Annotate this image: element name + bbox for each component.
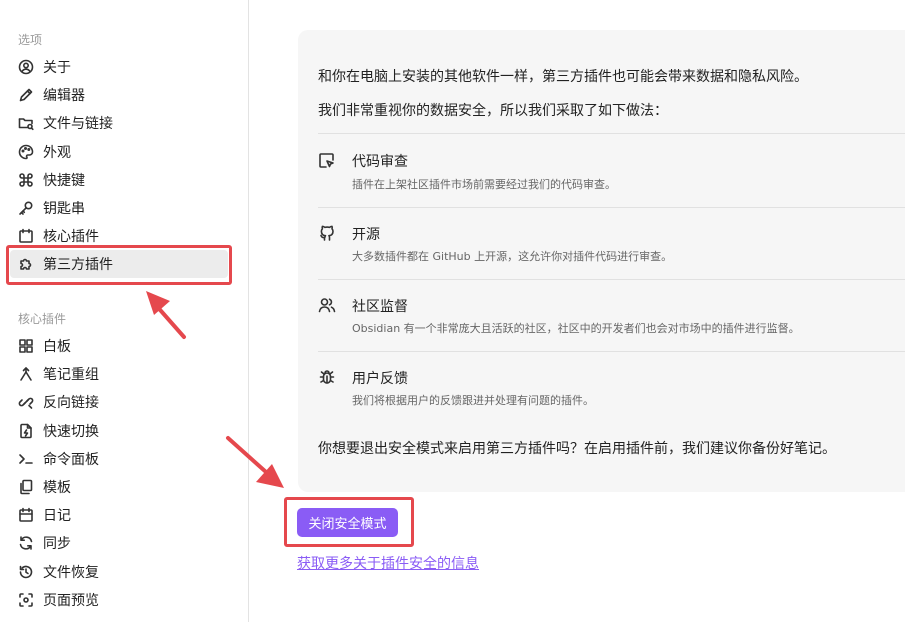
section-header-core-plugins: 核心插件 — [18, 312, 67, 326]
sidebar-item-label: 关于 — [43, 60, 71, 76]
history-icon — [18, 564, 34, 580]
preview-icon — [18, 592, 34, 608]
merge-arrow-icon — [18, 366, 34, 382]
safe-mode-question: 你想要退出安全模式来启用第三方插件吗？在启用插件前，我们建议你备份好笔记。 — [318, 441, 836, 457]
sidebar-item-editor[interactable]: 编辑器 — [10, 81, 228, 109]
sidebar-item-page-preview[interactable]: 页面预览 — [10, 586, 228, 614]
sidebar-item-appearance[interactable]: 外观 — [10, 138, 228, 166]
sidebar-item-note-composer[interactable]: 笔记重组 — [10, 360, 228, 388]
feature-desc: Obsidian 有一个非常庞大且活跃的社区，社区中的开发者们也会对市场中的插件… — [352, 322, 800, 335]
section-header-options: 选项 — [18, 33, 43, 47]
folder-icon — [18, 115, 34, 131]
sidebar-item-label: 核心插件 — [43, 229, 99, 245]
canvas-grid-icon — [18, 338, 34, 354]
sidebar-item-backlinks[interactable]: 反向链接 — [10, 388, 228, 416]
sidebar-item-label: 第三方插件 — [43, 257, 113, 273]
sidebar-item-files-links[interactable]: 文件与链接 — [10, 109, 228, 137]
sidebar-item-canvas[interactable]: 白板 — [10, 332, 228, 360]
backlink-icon — [18, 394, 34, 410]
feature-desc: 我们将根据用户的反馈跟进并处理有问题的插件。 — [352, 394, 594, 407]
plugin-security-info-link[interactable]: 获取更多关于插件安全的信息 — [297, 553, 479, 573]
sidebar-item-label: 快捷键 — [43, 173, 85, 189]
sidebar-item-file-recovery[interactable]: 文件恢复 — [10, 558, 228, 586]
sidebar-item-core-plugins[interactable]: 核心插件 — [10, 222, 228, 250]
divider — [318, 351, 905, 352]
key-icon — [18, 200, 34, 216]
feature-title: 开源 — [352, 227, 380, 243]
intro-text: 和你在电脑上安装的其他软件一样，第三方插件也可能会带来数据和隐私风险。 — [318, 69, 808, 85]
sidebar-item-hotkeys[interactable]: 快捷键 — [10, 166, 228, 194]
sidebar-item-label: 钥匙串 — [43, 201, 85, 217]
code-review-icon — [318, 152, 336, 170]
sidebar-item-keychain[interactable]: 钥匙串 — [10, 194, 228, 222]
feature-desc: 大多数插件都在 GitHub 上开源，这允许你对插件代码进行审查。 — [352, 250, 673, 263]
terminal-icon — [18, 451, 34, 467]
sidebar-item-community-plugins[interactable]: 第三方插件 — [10, 250, 228, 278]
user-circle-icon — [18, 59, 34, 75]
intro-subtext: 我们非常重视你的数据安全，所以我们采取了如下做法： — [318, 103, 668, 119]
safe-mode-info-card: 和你在电脑上安装的其他软件一样，第三方插件也可能会带来数据和隐私风险。 我们非常… — [298, 30, 905, 492]
turn-off-safe-mode-button[interactable]: 关闭安全模式 — [297, 508, 398, 537]
sidebar-item-label: 日记 — [43, 508, 71, 524]
sidebar-item-label: 模板 — [43, 480, 71, 496]
settings-main: 和你在电脑上安装的其他软件一样，第三方插件也可能会带来数据和隐私风险。 我们非常… — [250, 0, 905, 622]
feature-desc: 插件在上架社区插件市场前需要经过我们的代码审查。 — [352, 178, 616, 191]
divider — [318, 207, 905, 208]
calendar-plug-icon — [18, 228, 34, 244]
palette-icon — [18, 144, 34, 160]
users-icon — [318, 296, 336, 314]
sidebar-item-label: 快速切换 — [43, 424, 99, 440]
calendar-icon — [18, 507, 34, 523]
sidebar-item-label: 文件与链接 — [43, 116, 113, 132]
divider — [318, 279, 905, 280]
feature-title: 用户反馈 — [352, 371, 408, 387]
feature-title: 代码审查 — [352, 154, 408, 170]
sidebar-item-label: 外观 — [43, 145, 71, 161]
sidebar-item-label: 笔记重组 — [43, 367, 99, 383]
bug-icon — [318, 368, 336, 386]
sidebar-item-label: 同步 — [43, 536, 71, 552]
sync-icon — [18, 535, 34, 551]
settings-sidebar: 选项 关于 编辑器 文件与链接 外观 快捷键 钥匙串 核心插件 第三方插件 核心… — [0, 0, 249, 622]
divider — [318, 133, 905, 134]
sidebar-item-quick-switcher[interactable]: 快速切换 — [10, 417, 228, 445]
sidebar-item-label: 命令面板 — [43, 452, 99, 468]
sidebar-item-templates[interactable]: 模板 — [10, 473, 228, 501]
sidebar-item-about[interactable]: 关于 — [10, 53, 228, 81]
puzzle-icon — [18, 256, 34, 272]
sidebar-item-label: 页面预览 — [43, 593, 99, 609]
command-icon — [18, 172, 34, 188]
pencil-icon — [18, 87, 34, 103]
feature-title: 社区监督 — [352, 299, 408, 315]
github-icon — [318, 224, 336, 242]
quick-switch-icon — [18, 423, 34, 439]
sidebar-item-label: 白板 — [43, 339, 71, 355]
sidebar-item-label: 编辑器 — [43, 88, 85, 104]
template-icon — [18, 479, 34, 495]
sidebar-item-label: 反向链接 — [43, 395, 99, 411]
sidebar-item-sync[interactable]: 同步 — [10, 529, 228, 557]
sidebar-item-daily-notes[interactable]: 日记 — [10, 501, 228, 529]
sidebar-item-label: 文件恢复 — [43, 565, 99, 581]
sidebar-item-command-palette[interactable]: 命令面板 — [10, 445, 228, 473]
